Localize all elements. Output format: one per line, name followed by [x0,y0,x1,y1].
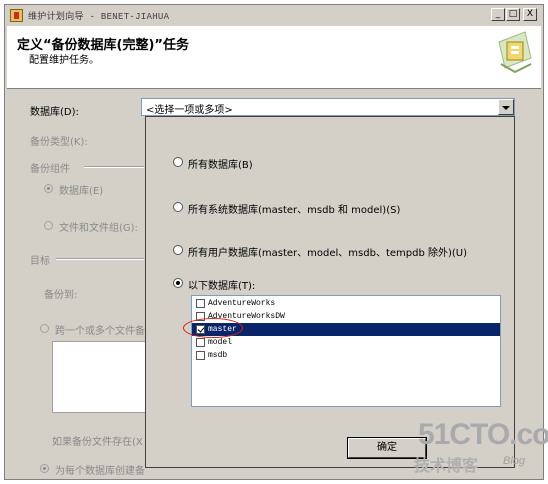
user-databases-label: 所有用户数据库(master、model、msdb、tempdb 除外)(U) [188,248,468,259]
these-databases-label: 以下数据库(T): [188,281,256,292]
system-databases-label: 所有系统数据库(master、msdb 和 model)(S) [188,205,401,216]
watermark-blog: Blog [503,455,526,467]
per-db-radio[interactable] [40,464,49,473]
list-item[interactable]: model [192,336,500,349]
database-dropdown-value: <选择一项或多项> [146,105,233,116]
database-dropdown[interactable]: <选择一项或多项> [141,98,515,116]
title-bar[interactable]: 维护计划向导 - BENET-JIAHUA _ □ X [5,5,543,25]
group-divider [56,258,144,260]
backup-files-list [52,341,146,413]
database-name: AdventureWorks [208,299,276,308]
all-databases-radio[interactable] [173,157,183,167]
system-databases-radio[interactable] [173,202,183,212]
watermark-brand: 51CTO.com [418,418,548,451]
watermark-tagline: 技术博客 [414,456,479,475]
database-label: 数据库(D): [30,107,79,118]
list-item[interactable]: msdb [192,349,500,362]
page-subtitle: 配置维护任务。 [29,55,99,66]
database-name: msdb [208,351,228,360]
all-databases-label: 所有数据库(B) [188,160,253,171]
component-files-label: 文件和文件组(G): [59,223,138,234]
component-files-radio[interactable] [44,221,53,230]
list-item[interactable]: AdventureWorksDW [192,310,500,323]
backup-type-label: 备份类型(K): [30,137,88,148]
database-checkbox[interactable] [196,299,205,308]
close-button[interactable]: X [523,8,537,21]
if-exists-label: 如果备份文件存在(X [52,437,143,448]
user-databases-radio[interactable] [173,245,183,255]
backup-to-label: 备份到: [44,290,78,301]
annotation-circle [183,318,243,338]
chevron-down-icon[interactable] [498,99,514,115]
span-files-label: 跨一个或多个文件备 [55,326,145,337]
app-icon [10,8,23,22]
database-checkbox[interactable] [196,351,205,360]
backup-component-label: 备份组件 [30,164,70,175]
these-databases-radio[interactable] [173,278,183,288]
database-list[interactable]: AdventureWorks AdventureWorksDW master m… [191,295,501,407]
component-database-label: 数据库(E) [59,186,104,197]
minimize-button[interactable]: _ [491,8,505,21]
group-divider [84,166,144,168]
window-title: 维护计划向导 - BENET-JIAHUA [28,11,170,22]
destination-label: 目标 [30,256,50,267]
maximize-button[interactable]: □ [506,8,520,21]
wizard-header: 定义“备份数据库(完整)”任务 配置维护任务。 [7,26,541,89]
component-database-radio[interactable] [44,184,53,193]
database-checkbox[interactable] [196,338,205,347]
list-item[interactable]: AdventureWorks [192,297,500,310]
wizard-banner-icon [498,31,532,74]
per-db-label: 为每个数据库创建备 [55,466,145,477]
span-files-radio[interactable] [40,324,49,333]
